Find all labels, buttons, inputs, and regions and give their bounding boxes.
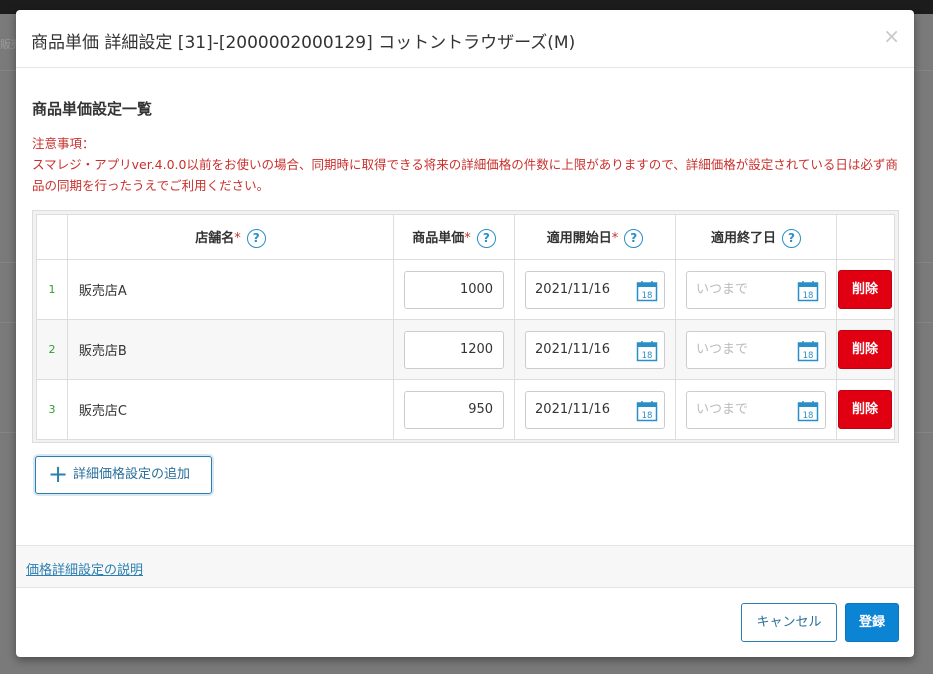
header-end-date: 適用終了日? xyxy=(675,214,837,260)
header-delete xyxy=(835,214,896,260)
required-mark: * xyxy=(464,230,471,246)
help-icon[interactable]: ? xyxy=(624,228,644,248)
price-detail-modal: 商品単価 詳細設定 [31]-[2000002000129] コットントラウザー… xyxy=(16,10,914,657)
help-icon[interactable]: ? xyxy=(781,228,801,248)
end-date-cell: いつまで 18 xyxy=(675,259,837,320)
header-start-date: 適用開始日*? xyxy=(514,214,676,260)
end-date-placeholder: いつまで xyxy=(696,401,749,417)
section-title: 商品単価設定一覧 xyxy=(32,100,153,118)
header-price-label: 商品単価 xyxy=(412,230,465,246)
help-icon[interactable]: ? xyxy=(246,228,266,248)
header-price: 商品単価*? xyxy=(393,214,516,260)
end-date-input[interactable]: いつまで 18 xyxy=(686,390,826,429)
start-date-input[interactable]: 2021/11/16 18 xyxy=(525,270,666,309)
required-mark: * xyxy=(611,230,619,246)
header-store-label: 店舗名 xyxy=(195,230,235,246)
calendar-icon[interactable]: 18 xyxy=(636,400,658,422)
calendar-icon[interactable]: 18 xyxy=(636,280,658,302)
price-cell: 1200 xyxy=(393,319,516,380)
header-no xyxy=(36,214,68,260)
add-detail-price-button[interactable]: + 詳細価格設定の追加 xyxy=(35,456,212,494)
svg-text:18: 18 xyxy=(642,411,653,421)
register-button[interactable]: 登録 xyxy=(845,603,899,642)
store-name: 販売店A xyxy=(66,259,395,320)
delete-cell: 削除 xyxy=(835,379,896,440)
end-date-placeholder: いつまで xyxy=(696,341,749,357)
delete-cell: 削除 xyxy=(835,259,896,320)
modal-body: 商品単価設定一覧 注意事項： スマレジ・アプリver.4.0.0以前をお使いの場… xyxy=(16,68,914,545)
calendar-icon[interactable]: 18 xyxy=(797,400,819,422)
start-date-value: 2021/11/16 xyxy=(535,341,610,357)
table-row: 2 販売店B 1200 2021/11/16 18 いつまで 18 削除 xyxy=(36,319,896,380)
modal-footer: キャンセル 登録 xyxy=(16,588,914,657)
price-detail-help-link[interactable]: 価格詳細設定の説明 xyxy=(26,559,143,578)
calendar-icon[interactable]: 18 xyxy=(636,340,658,362)
end-date-input[interactable]: いつまで 18 xyxy=(686,270,826,309)
header-start-label: 適用開始日 xyxy=(546,230,612,246)
end-date-cell: いつまで 18 xyxy=(675,379,837,440)
svg-text:18: 18 xyxy=(803,351,814,361)
end-date-input[interactable]: いつまで 18 xyxy=(686,330,826,369)
delete-cell: 削除 xyxy=(835,319,896,380)
start-date-value: 2021/11/16 xyxy=(535,401,610,417)
price-input[interactable]: 1200 xyxy=(404,330,505,369)
notice: 注意事項： スマレジ・アプリver.4.0.0以前をお使いの場合、同期時に取得で… xyxy=(32,133,906,196)
start-date-cell: 2021/11/16 18 xyxy=(514,319,676,380)
add-button-label: 詳細価格設定の追加 xyxy=(73,467,191,482)
store-name: 販売店B xyxy=(66,319,395,380)
header-store: 店舗名*? xyxy=(66,214,395,260)
start-date-cell: 2021/11/16 18 xyxy=(514,259,676,320)
table-row: 1 販売店A 1000 2021/11/16 18 いつまで 18 削除 xyxy=(36,259,896,320)
start-date-cell: 2021/11/16 18 xyxy=(514,379,676,440)
row-number: 1 xyxy=(36,259,68,320)
required-mark: * xyxy=(234,230,241,246)
svg-text:18: 18 xyxy=(803,291,814,301)
calendar-icon[interactable]: 18 xyxy=(797,340,819,362)
calendar-icon[interactable]: 18 xyxy=(797,280,819,302)
table-row: 3 販売店C 950 2021/11/16 18 いつまで 18 削除 xyxy=(36,379,896,440)
price-table-wrapper: 店舗名*? 商品単価*? 適用開始日*? 適用終了日? 1 販売店A 1000 … xyxy=(32,210,899,443)
close-icon[interactable]: × xyxy=(883,26,900,46)
header-end-label: 適用終了日 xyxy=(710,230,776,246)
delete-button[interactable]: 削除 xyxy=(837,330,892,369)
svg-text:18: 18 xyxy=(803,411,814,421)
cancel-button[interactable]: キャンセル xyxy=(741,603,837,642)
help-icon[interactable]: ? xyxy=(476,228,496,248)
price-cell: 1000 xyxy=(393,259,516,320)
price-cell: 950 xyxy=(393,379,516,440)
svg-text:18: 18 xyxy=(642,351,653,361)
notice-body: スマレジ・アプリver.4.0.0以前をお使いの場合、同期時に取得できる将来の詳… xyxy=(32,157,898,193)
start-date-input[interactable]: 2021/11/16 18 xyxy=(525,390,666,429)
plus-icon: + xyxy=(48,460,69,488)
modal-title: 商品単価 詳細設定 [31]-[2000002000129] コットントラウザー… xyxy=(31,33,576,53)
end-date-cell: いつまで 18 xyxy=(675,319,837,380)
end-date-placeholder: いつまで xyxy=(696,281,749,297)
price-input[interactable]: 1000 xyxy=(404,270,505,309)
row-number: 2 xyxy=(36,319,68,380)
price-input[interactable]: 950 xyxy=(404,390,505,429)
price-table: 店舗名*? 商品単価*? 適用開始日*? 適用終了日? 1 販売店A 1000 … xyxy=(36,214,896,440)
row-number: 3 xyxy=(36,379,68,440)
start-date-value: 2021/11/16 xyxy=(535,281,610,297)
store-name: 販売店C xyxy=(66,379,395,440)
start-date-input[interactable]: 2021/11/16 18 xyxy=(525,330,666,369)
svg-text:18: 18 xyxy=(642,291,653,301)
table-header-row: 店舗名*? 商品単価*? 適用開始日*? 適用終了日? xyxy=(36,214,896,260)
info-bar: 価格詳細設定の説明 xyxy=(16,545,914,588)
modal-header: 商品単価 詳細設定 [31]-[2000002000129] コットントラウザー… xyxy=(16,10,914,68)
notice-heading: 注意事項： xyxy=(32,136,95,151)
delete-button[interactable]: 削除 xyxy=(837,270,892,309)
delete-button[interactable]: 削除 xyxy=(837,390,892,429)
